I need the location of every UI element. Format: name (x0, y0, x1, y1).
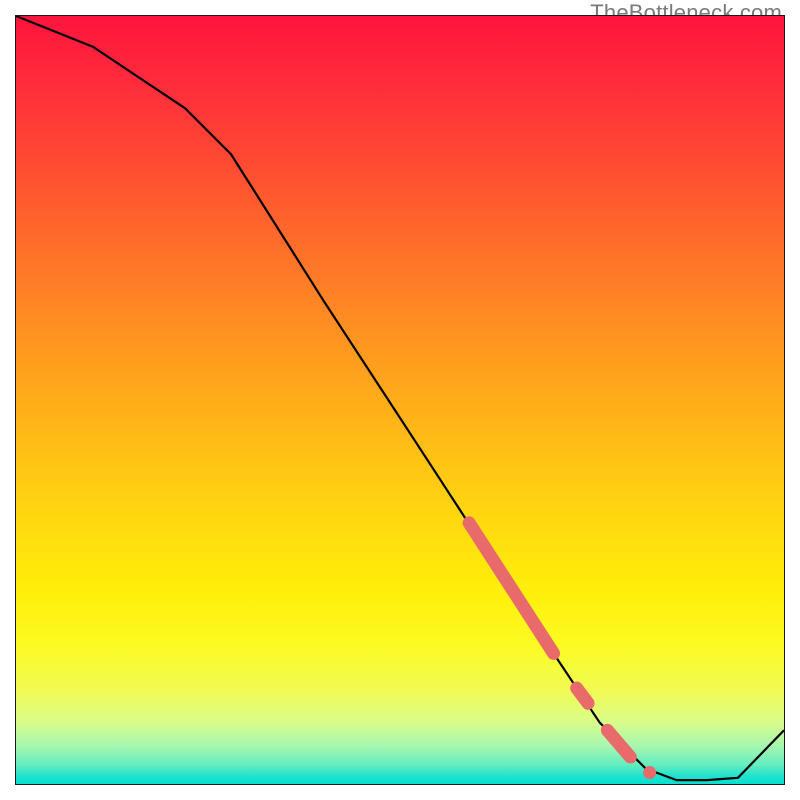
highlight-segment-0 (469, 523, 553, 654)
bottleneck-curve (16, 16, 784, 780)
highlight-segment-2 (607, 730, 630, 757)
plot-area (15, 15, 785, 785)
chart-svg (16, 16, 784, 784)
highlight-dot-0 (643, 766, 656, 779)
highlight-segment-1 (577, 688, 588, 703)
chart-container: TheBottleneck.com (0, 0, 800, 800)
